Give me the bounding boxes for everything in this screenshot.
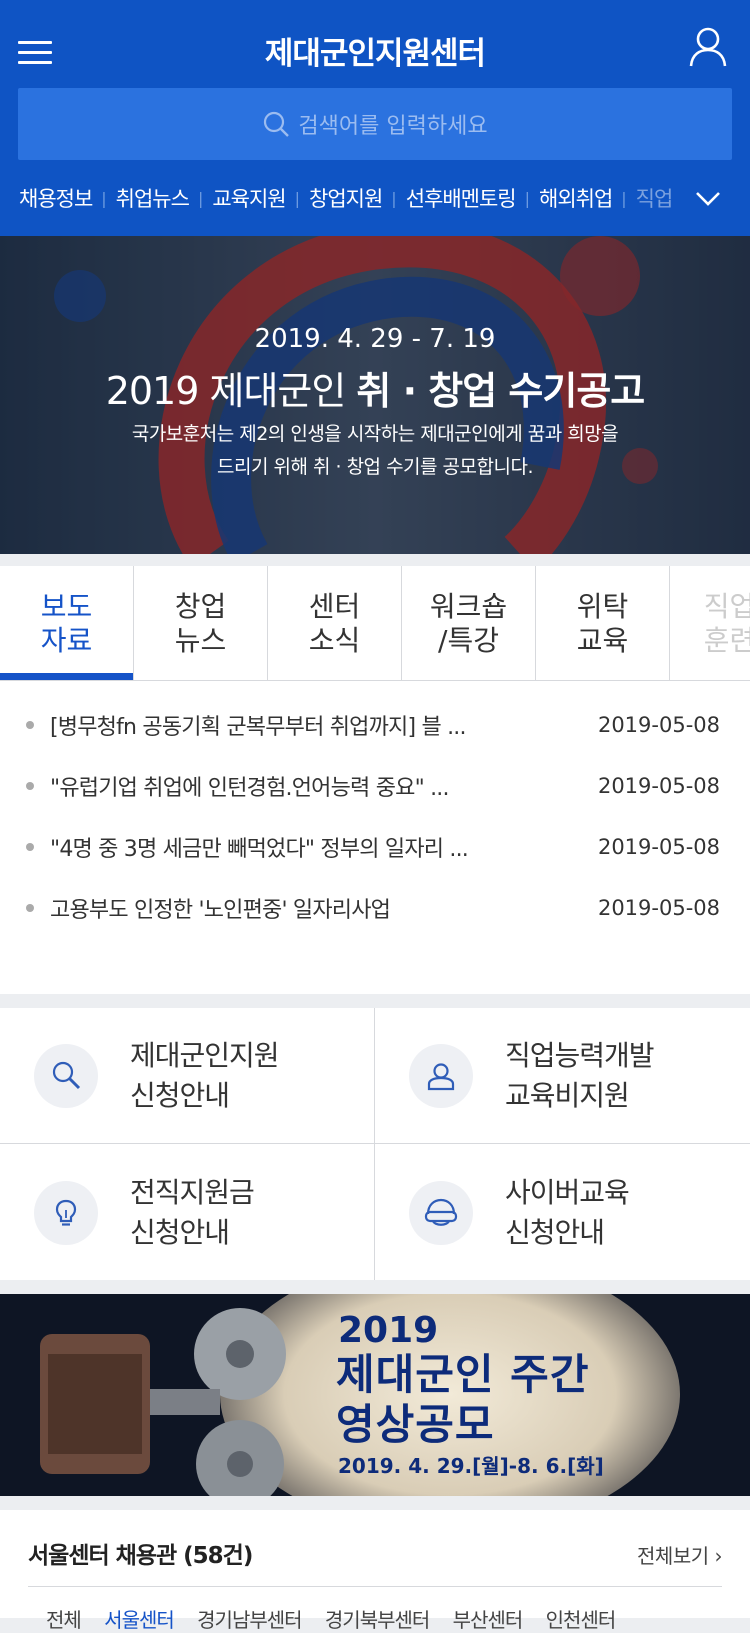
view-all-link[interactable]: 전체보기 › <box>637 1540 722 1569</box>
category-mentoring[interactable]: 선후배멘토링 <box>406 183 517 213</box>
list-item[interactable]: "4명 중 3명 세금만 빼먹었다" 정부의 일자리 ... 2019-05-08 <box>0 816 750 877</box>
lightbulb-icon <box>55 1199 77 1226</box>
service-cyber-education[interactable]: 사이버교육 신청안내 <box>375 1145 749 1280</box>
banner-dates: 2019. 4. 29 - 7. 19 <box>254 324 496 354</box>
list-item[interactable]: 고용부도 인정한 '노인편중' 일자리사업 2019-05-08 <box>0 877 750 938</box>
list-item[interactable]: "유럽기업 취업에 인턴경험.언어능력 중요" ... 2019-05-08 <box>0 755 750 816</box>
service-veteran-support[interactable]: 제대군인지원 신청안내 <box>0 1008 374 1143</box>
tab-vocational-training[interactable]: 직업 훈련 <box>670 566 750 680</box>
video-banner-date: 2019. 4. 29.[월]-8. 6.[화] <box>338 1454 604 1478</box>
tab-center-news[interactable]: 센터 소식 <box>268 566 402 680</box>
service-vocational-education[interactable]: 직업능력개발 교육비지원 <box>375 1008 749 1143</box>
subtab-busan[interactable]: 부산센터 <box>453 1608 524 1632</box>
video-banner-year: 2019 <box>338 1310 439 1351</box>
category-vocation[interactable]: 직업 <box>636 183 674 213</box>
category-overseas[interactable]: 해외취업 <box>539 183 613 213</box>
recruit-title: 서울센터 채용관 (58건) <box>28 1543 253 1569</box>
search-input[interactable]: 검색어를 입력하세요 <box>18 88 732 160</box>
subtab-gyeonggi-north[interactable]: 경기북부센터 <box>325 1608 430 1632</box>
search-icon <box>264 111 290 137</box>
subtab-incheon[interactable]: 인천센터 <box>546 1608 617 1632</box>
banner-headline: 2019 제대군인 취 · 창업 수기공고 <box>105 369 646 413</box>
user-icon[interactable] <box>688 26 728 68</box>
tab-press-release[interactable]: 보도 자료 <box>0 566 134 680</box>
tab-consignment-education[interactable]: 위탁 교육 <box>536 566 670 680</box>
category-news[interactable]: 취업뉴스 <box>116 183 190 213</box>
person-icon <box>427 1062 455 1090</box>
category-nav: 채용정보 | 취업뉴스 | 교육지원 | 창업지원 | 선후배멘토링 | 해외취업 | 직업 <box>0 176 690 220</box>
news-tabs: 보도 자료 창업 뉴스 센터 소식 워크숍 /특강 위탁 교육 직업 훈련 <box>0 566 750 681</box>
main-banner[interactable]: 2019. 4. 29 - 7. 19 2019 제대군인 취 · 창업 수기공… <box>0 236 750 554</box>
recruit-subtabs: 전체 서울센터 경기남부센터 경기북부센터 부산센터 인천센터 <box>46 1604 633 1633</box>
chevron-down-icon[interactable] <box>694 190 722 208</box>
subtab-gyeonggi-south[interactable]: 경기남부센터 <box>197 1608 302 1632</box>
service-grid: 제대군인지원 신청안내 직업능력개발 교육비지원 전직지원금 신청안내 사이버교… <box>0 1008 750 1280</box>
category-education[interactable]: 교육지원 <box>212 183 286 213</box>
news-section: 보도 자료 창업 뉴스 센터 소식 워크숍 /특강 위탁 교육 직업 훈련 [병… <box>0 566 750 994</box>
tab-workshop[interactable]: 워크숍 /특강 <box>402 566 536 680</box>
service-transition-grant[interactable]: 전직지원금 신청안내 <box>0 1145 374 1280</box>
banner-description: 국가보훈처는 제2의 인생을 시작하는 제대군인에게 꿈과 희망을 드리기 위해… <box>131 423 619 478</box>
headset-icon <box>424 1198 458 1226</box>
subtab-all[interactable]: 전체 <box>46 1608 82 1632</box>
category-jobs[interactable]: 채용정보 <box>19 183 93 213</box>
category-startup[interactable]: 창업지원 <box>309 183 383 213</box>
app-title: 제대군인지원센터 <box>264 36 486 72</box>
list-item[interactable]: [병무청fn 공동기획 군복무부터 취업까지] 블 ... 2019-05-08 <box>0 694 750 755</box>
app-header: 제대군인지원센터 검색어를 입력하세요 채용정보 | 취업뉴스 | 교육지원 | 창업… <box>0 0 750 236</box>
tab-startup-news[interactable]: 창업 뉴스 <box>134 566 268 680</box>
video-banner-title: 제대군인 주간 영상공모 <box>336 1350 590 1449</box>
news-list: [병무청fn 공동기획 군복무부터 취업까지] 블 ... 2019-05-08 … <box>0 694 750 938</box>
magnifier-icon <box>52 1061 81 1089</box>
search-placeholder: 검색어를 입력하세요 <box>298 114 488 139</box>
recruit-section: 서울센터 채용관 (58건) 전체보기 › 전체 서울센터 경기남부센터 경기북… <box>0 1510 750 1632</box>
video-contest-banner[interactable]: 2019 제대군인 주간 영상공모 2019. 4. 29.[월]-8. 6.[… <box>0 1294 750 1496</box>
subtab-seoul[interactable]: 서울센터 <box>104 1608 175 1632</box>
